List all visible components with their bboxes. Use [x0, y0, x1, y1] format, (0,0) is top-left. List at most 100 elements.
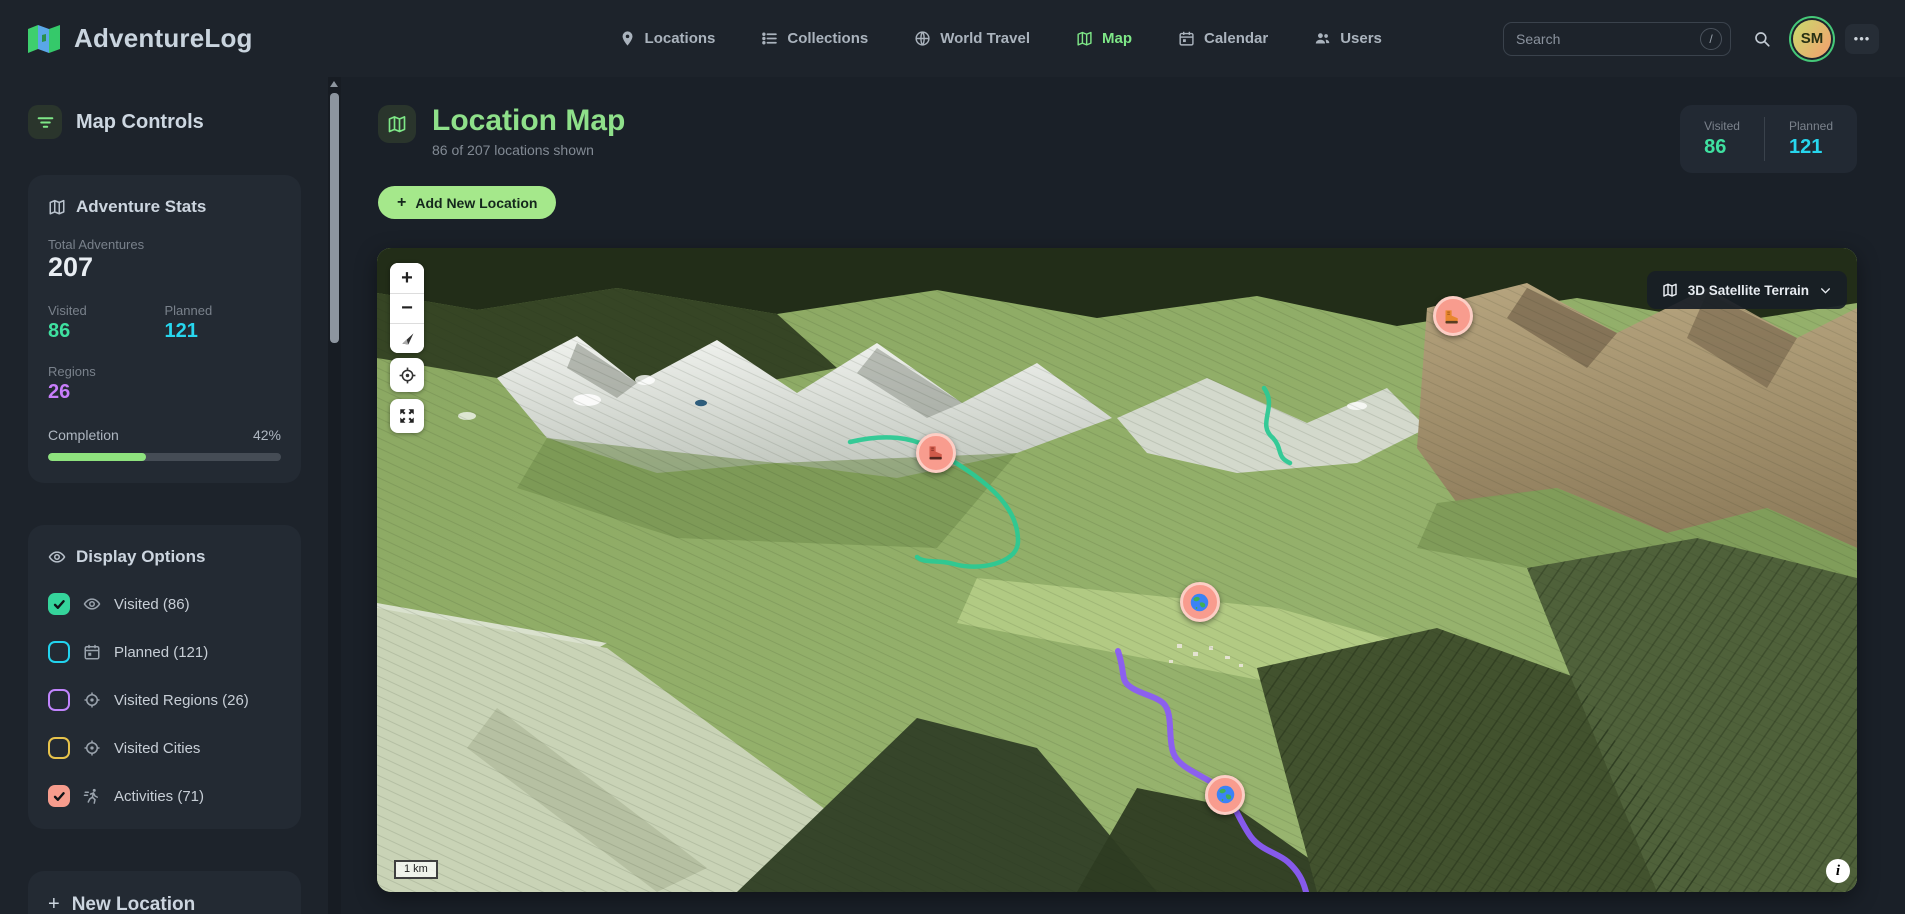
zoom-out-button[interactable]: −: [390, 293, 424, 323]
compass-button[interactable]: [390, 323, 424, 353]
nav-label: Users: [1340, 30, 1382, 47]
display-option-activities[interactable]: Activities (71): [48, 785, 281, 807]
nav-label: World Travel: [940, 30, 1030, 47]
more-options-button[interactable]: •••: [1845, 24, 1879, 54]
plus-icon: +: [48, 893, 60, 914]
checkbox-planned[interactable]: [48, 641, 70, 663]
eye-icon: [83, 595, 101, 613]
display-option-label: Planned (121): [114, 644, 208, 661]
search-icon: [1753, 30, 1771, 48]
counter-visited-label: Visited: [1704, 119, 1740, 133]
new-location-card: + New Location Click on the map to place…: [28, 871, 301, 914]
target-icon: [83, 691, 101, 709]
counter-planned-value: 121: [1789, 136, 1833, 159]
nav-item-map[interactable]: Map: [1060, 21, 1148, 56]
map-zoom-controls: + −: [390, 263, 424, 353]
search-input[interactable]: [1516, 31, 1700, 47]
nav-label: Locations: [645, 30, 716, 47]
scrollbar-thumb[interactable]: [330, 93, 339, 343]
regions-label: Regions: [48, 364, 281, 379]
display-option-label: Visited Regions (26): [114, 692, 249, 709]
attribution-info-button[interactable]: i: [1826, 859, 1850, 883]
nav-label: Calendar: [1204, 30, 1268, 47]
app-title: AdventureLog: [74, 23, 253, 54]
adventure-stats-card: Adventure Stats Total Adventures 207 Vis…: [28, 175, 301, 483]
zoom-in-button[interactable]: +: [390, 263, 424, 293]
locate-button[interactable]: [390, 358, 424, 392]
display-option-label: Visited (86): [114, 596, 190, 613]
search-box[interactable]: /: [1503, 22, 1731, 56]
filter-icon: [37, 115, 54, 130]
nav-label: Collections: [787, 30, 868, 47]
map-icon: [48, 198, 66, 216]
completion-progress-track: [48, 453, 281, 461]
search-button[interactable]: [1745, 22, 1779, 56]
terrain-3d-satellite: [377, 248, 1857, 892]
fullscreen-button[interactable]: [390, 399, 424, 433]
runner-icon: [83, 787, 101, 805]
map-marker-visited[interactable]: [1205, 775, 1245, 815]
checkbox-visited-regions[interactable]: [48, 689, 70, 711]
display-option-planned[interactable]: Planned (121): [48, 641, 281, 663]
planned-value: 121: [165, 318, 282, 344]
checkbox-visited[interactable]: [48, 593, 70, 615]
completion-label: Completion: [48, 427, 119, 443]
display-option-visited-regions[interactable]: Visited Regions (26): [48, 689, 281, 711]
display-options-card: Display Options Visited (86) Planned (12…: [28, 525, 301, 829]
compass-needle-icon: [399, 330, 416, 347]
checkbox-visited-cities[interactable]: [48, 737, 70, 759]
map-marker-activity[interactable]: [1433, 296, 1473, 336]
hiking-boot-icon: [926, 442, 947, 463]
eye-icon: [48, 548, 66, 566]
map-icon: [387, 114, 407, 134]
display-option-visited-cities[interactable]: Visited Cities: [48, 737, 281, 759]
list-icon: [761, 30, 778, 47]
users-icon: [1314, 30, 1331, 47]
nav-label: Map: [1102, 30, 1132, 47]
page-subtitle: 86 of 207 locations shown: [432, 142, 625, 158]
globe-icon: [914, 30, 931, 47]
total-adventures-value: 207: [48, 252, 281, 283]
nav-item-world-travel[interactable]: World Travel: [898, 21, 1046, 56]
nav-item-collections[interactable]: Collections: [745, 21, 884, 56]
map-style-label: 3D Satellite Terrain: [1688, 283, 1809, 298]
display-option-label: Visited Cities: [114, 740, 200, 757]
visited-value: 86: [48, 318, 165, 344]
search-shortcut-badge: /: [1700, 28, 1722, 50]
main-content: Location Map 86 of 207 locations shown V…: [341, 77, 1905, 914]
calendar-icon: [83, 643, 101, 661]
add-new-location-button[interactable]: + Add New Location: [378, 186, 556, 219]
sidebar-scrollbar[interactable]: [328, 77, 341, 914]
regions-value: 26: [48, 379, 281, 405]
map-canvas[interactable]: + − 3D Satellite Terrain 1 km i: [377, 248, 1857, 892]
checkbox-activities[interactable]: [48, 785, 70, 807]
nav-item-locations[interactable]: Locations: [603, 21, 732, 56]
scrollbar-up-arrow[interactable]: [330, 81, 338, 87]
adventure-stats-heading: Adventure Stats: [48, 197, 281, 217]
map-marker-activity[interactable]: [916, 433, 956, 473]
calendar-icon: [1178, 30, 1195, 47]
nav-item-calendar[interactable]: Calendar: [1162, 21, 1284, 56]
locate-icon: [398, 366, 417, 385]
fullscreen-icon: [398, 407, 416, 425]
visited-label: Visited: [48, 303, 165, 318]
check-icon: [53, 790, 66, 803]
app-logo-map-icon: [26, 23, 62, 55]
map-icon: [1662, 282, 1678, 298]
card-title: New Location: [72, 894, 196, 914]
map-style-selector[interactable]: 3D Satellite Terrain: [1647, 271, 1847, 309]
target-icon: [83, 739, 101, 757]
pin-icon: [619, 30, 636, 47]
planned-label: Planned: [165, 303, 282, 318]
user-avatar[interactable]: SM: [1793, 20, 1831, 58]
globe-earth-icon: [1215, 784, 1236, 805]
brand[interactable]: AdventureLog: [26, 23, 253, 55]
counter-planned-label: Planned: [1789, 119, 1833, 133]
page-title: Location Map: [432, 105, 625, 137]
map-marker-visited[interactable]: [1180, 582, 1220, 622]
map-icon: [1076, 30, 1093, 47]
total-adventures-label: Total Adventures: [48, 237, 281, 252]
top-navbar: AdventureLog Locations Collections World…: [0, 0, 1905, 77]
nav-item-users[interactable]: Users: [1298, 21, 1398, 56]
display-option-visited[interactable]: Visited (86): [48, 593, 281, 615]
